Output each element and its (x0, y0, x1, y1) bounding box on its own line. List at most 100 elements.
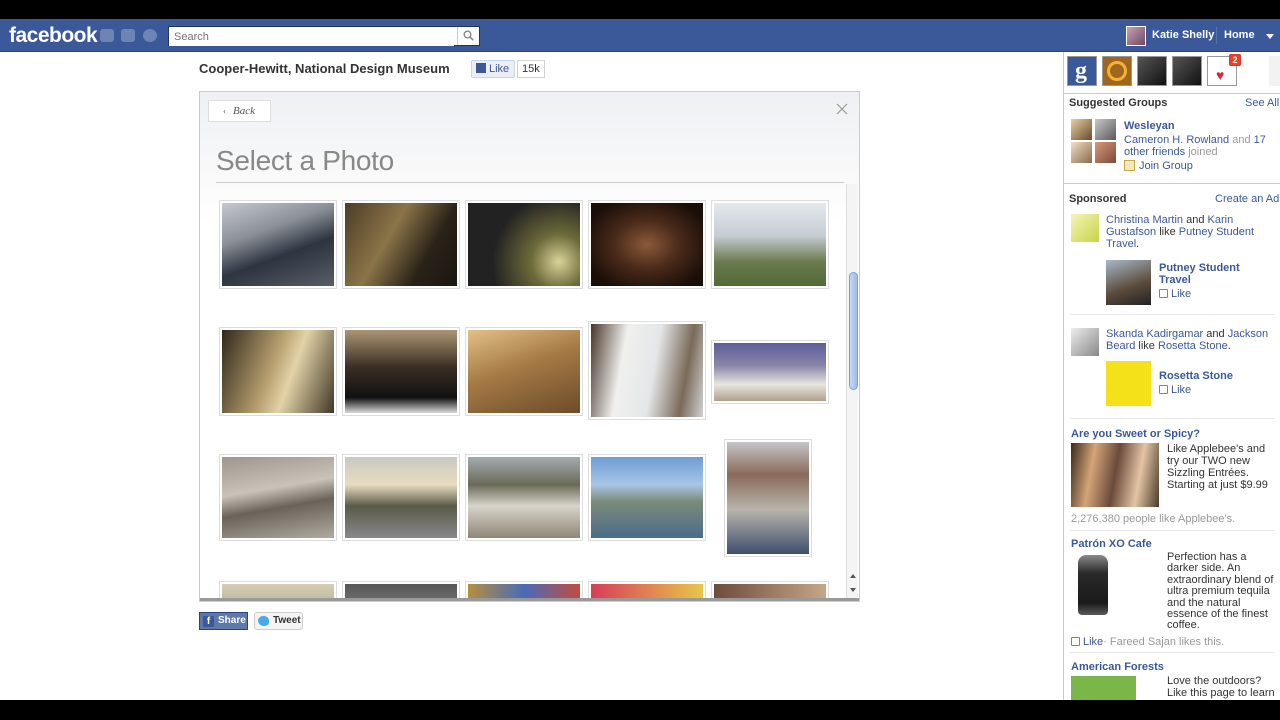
heart-icon: ♥ (1216, 67, 1225, 83)
thumbs-up-icon (1159, 289, 1168, 298)
search-input[interactable] (169, 28, 454, 46)
facebook-f-icon (476, 63, 486, 73)
ad-likes-count: 2,276,380 people like Applebee's. (1071, 513, 1236, 525)
photo-thumbnail[interactable] (465, 454, 583, 541)
friend-avatar[interactable] (1095, 142, 1116, 163)
messages-icon[interactable] (121, 29, 135, 42)
rosetta-stone-logo[interactable] (1106, 361, 1151, 406)
photo-thumbnail[interactable] (342, 327, 460, 416)
bookmark-app-set-in-style-icon[interactable] (1172, 56, 1202, 86)
friend-avatar[interactable] (1071, 328, 1099, 356)
ad-social-text: · Fareed Sajan likes this. (1103, 636, 1225, 648)
ad-like-text: like (1138, 340, 1155, 352)
photo-thumbnail[interactable] (588, 200, 706, 289)
user-avatar[interactable] (1126, 26, 1146, 46)
ad-page-name-link[interactable]: Rosetta Stone (1159, 370, 1233, 382)
tweet-button[interactable]: Tweet (254, 612, 303, 630)
ad-image[interactable] (1078, 555, 1108, 615)
top-bar: facebook Katie Shelly Home (0, 19, 1280, 52)
bookmark-app-ring-icon[interactable] (1102, 56, 1132, 86)
photo-thumbnail[interactable] (342, 454, 460, 541)
notifications-globe-icon[interactable] (143, 29, 157, 42)
ring-shape (1107, 61, 1127, 81)
ad-like-button[interactable]: Like (1159, 384, 1191, 396)
account-menu-chevron-down-icon[interactable] (1266, 34, 1274, 39)
ad-social-context: Christina Martin and Karin Gustafson lik… (1106, 214, 1255, 250)
photo-thumbnail[interactable] (465, 327, 583, 416)
thumbs-up-icon (1159, 385, 1168, 394)
title-divider (216, 182, 844, 183)
user-name-link[interactable]: Katie Shelly (1152, 29, 1214, 41)
ad-divider (1070, 314, 1275, 315)
ad-and-text: and (1206, 328, 1225, 340)
ad-title-link[interactable]: Patrón XO Cafe (1071, 538, 1152, 550)
home-link[interactable]: Home (1224, 29, 1255, 41)
group-and-text: and (1232, 134, 1251, 146)
back-chevron-icon: ‹ (223, 106, 226, 116)
ad-body-text: Perfection has a darker side. An extraor… (1167, 551, 1274, 632)
facebook-f-icon: f (203, 616, 214, 627)
page-title[interactable]: Cooper-Hewitt, National Design Museum (199, 61, 450, 76)
search-icon (463, 30, 474, 41)
join-group-button[interactable]: Join Group (1124, 160, 1193, 172)
create-ad-link[interactable]: Create an Ad (1215, 193, 1279, 205)
photo-thumbnail[interactable] (724, 439, 812, 557)
thumbs-up-icon (1071, 637, 1080, 646)
horizontal-scrollbar[interactable] (200, 598, 859, 601)
ad-image[interactable] (1071, 676, 1136, 700)
sidebar-divider (1064, 93, 1280, 94)
photo-thumbnail[interactable] (219, 200, 337, 289)
group-name-link[interactable]: Wesleyan (1124, 120, 1175, 132)
scrollbar-thumb[interactable] (849, 272, 858, 390)
right-sidebar: g ♥ 2 Suggested Groups See All Wesleyan … (1063, 52, 1280, 700)
select-photo-panel: ‹ Back Select a Photo (199, 91, 860, 602)
friend-requests-icon[interactable] (100, 29, 114, 42)
photo-thumbnail[interactable] (219, 454, 337, 541)
friend-avatar[interactable] (1095, 119, 1116, 140)
ad-social-line: Like· Fareed Sajan likes this. (1071, 636, 1276, 648)
group-joined-text: joined (1188, 146, 1218, 158)
ad-like-button[interactable]: Like (1071, 636, 1103, 648)
notification-badge: 2 (1229, 54, 1241, 66)
page-link[interactable]: Rosetta Stone (1158, 340, 1228, 352)
facebook-logo[interactable]: facebook (9, 24, 98, 48)
share-button[interactable]: f Share (199, 612, 248, 630)
back-button[interactable]: ‹ Back (208, 100, 271, 122)
photo-grid-scrollbar[interactable] (846, 184, 858, 599)
ad-like-label: Like (1083, 636, 1104, 648)
ad-social-context: Skanda Kadirgamar and Jackson Beard like… (1106, 328, 1269, 352)
group-member-link[interactable]: Cameron H. Rowland (1124, 134, 1229, 146)
see-all-link[interactable]: See All (1245, 97, 1279, 109)
close-icon[interactable] (834, 101, 850, 117)
friend-link[interactable]: Skanda Kadirgamar (1106, 328, 1203, 340)
sponsored-heading: Sponsored (1069, 193, 1127, 205)
photo-thumbnail[interactable] (465, 200, 583, 289)
friend-avatar[interactable] (1071, 214, 1099, 242)
bookmark-app-set-in-style-icon[interactable] (1137, 56, 1167, 86)
search-button[interactable] (457, 27, 479, 45)
scroll-down-arrow-icon[interactable] (850, 588, 856, 592)
friend-avatar[interactable] (1071, 119, 1092, 140)
ad-image[interactable] (1106, 260, 1151, 305)
friend-avatar[interactable] (1071, 142, 1092, 163)
ad-image[interactable] (1071, 443, 1159, 507)
sidebar-divider (1064, 183, 1280, 184)
ad-title-link[interactable]: American Forests (1071, 661, 1164, 673)
bookmark-app-google-icon[interactable]: g (1067, 56, 1097, 86)
bookmark-letter-g: g (1075, 58, 1087, 84)
ad-like-button[interactable]: Like (1159, 288, 1191, 300)
scroll-up-arrow-icon[interactable] (850, 574, 856, 578)
photo-thumbnail[interactable] (711, 340, 829, 404)
photo-thumbnail[interactable] (342, 200, 460, 289)
friend-link[interactable]: Christina Martin (1106, 214, 1183, 226)
photo-thumbnail[interactable] (588, 454, 706, 541)
bookmarks-scrollbar[interactable] (1269, 56, 1280, 86)
photo-thumbnail[interactable] (711, 200, 829, 289)
page-like-button[interactable]: Like (471, 60, 516, 78)
photo-thumbnail[interactable] (588, 321, 706, 420)
ad-page-name-link[interactable]: Putney Student Travel (1159, 262, 1259, 286)
ad-title-link[interactable]: Are you Sweet or Spicy? (1071, 428, 1200, 440)
ad-like-label: Like (1171, 384, 1192, 396)
photo-thumbnail[interactable] (219, 327, 337, 416)
ad-divider (1070, 418, 1275, 419)
